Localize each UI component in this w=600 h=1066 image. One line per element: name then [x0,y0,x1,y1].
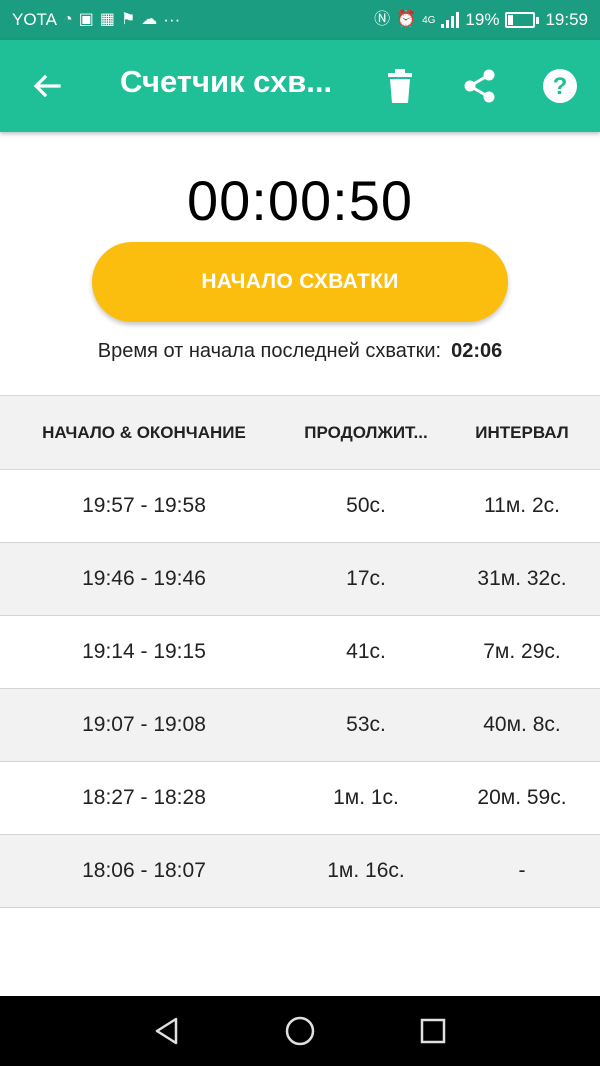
timer-display: 00:00:50 [187,169,413,232]
share-icon [464,69,495,103]
home-circle-icon [285,1016,315,1046]
app-title: Счетчик схв... [120,64,333,99]
cell-interval: 20м. 59с. [477,786,567,809]
signal-icon [441,12,460,28]
trash-icon [388,69,412,103]
since-last-label: Время от начала последней схватки: [97,340,442,362]
since-last-contraction: Время от начала последней схватки: 02:06 [0,340,600,363]
cell-interval: 11м. 2с. [484,494,560,517]
table-row[interactable]: 19:07 - 19:08 53с. 40м. 8с. [0,689,600,762]
table-row[interactable]: 19:46 - 19:46 17с. 31м. 32с. [0,543,600,616]
cell-range: 19:57 - 19:58 [82,494,206,517]
help-button[interactable]: ? [540,66,580,106]
svg-text:?: ? [553,73,568,100]
cell-duration: 1м. 1с. [333,786,399,809]
share-button[interactable] [460,66,500,106]
header-duration[interactable]: ПРОДОЛЖИТ... [288,423,444,443]
nav-back-button[interactable] [147,1011,187,1051]
cell-duration: 50с. [346,494,386,517]
cell-range: 19:14 - 19:15 [82,640,206,663]
cell-duration: 17с. [346,567,386,590]
table-row[interactable]: 19:57 - 19:58 50с. 11м. 2с. [0,470,600,543]
status-bar: YOTA ◔ ▣ ▦ ⚑ ☁ ··· Ⓝ ⏰ 4G 19% 19:59 [0,0,600,40]
since-last-value: 02:06 [451,340,503,362]
cell-duration: 53с. [346,713,386,736]
back-arrow-icon [33,74,61,98]
flag-icon: ⚑ [120,11,136,28]
table-header: НАЧАЛО & ОКОНЧАНИЕ ПРОДОЛЖИТ... ИНТЕРВАЛ [0,395,600,470]
alarm-icon: ⏰ [396,11,417,28]
carrier-label: YOTA [12,10,58,29]
cell-duration: 41с. [346,640,386,663]
app-bar: Счетчик схв... ? [0,40,600,132]
status-right: Ⓝ ⏰ 4G 19% 19:59 [374,10,588,30]
header-interval[interactable]: ИНТЕРВАЛ [444,423,600,443]
cell-range: 19:07 - 19:08 [82,713,206,736]
cloud-icon: ☁ [141,11,158,28]
cell-interval: - [518,859,526,882]
nfc-icon: Ⓝ [374,11,391,28]
network-type: 4G [422,14,436,26]
calendar-icon: ▦ [99,11,115,28]
back-button[interactable] [27,66,67,106]
delete-button[interactable] [380,66,420,106]
cell-range: 18:27 - 18:28 [82,786,206,809]
cell-range: 18:06 - 18:07 [82,859,206,882]
nav-recents-button[interactable] [413,1011,453,1051]
table-row[interactable]: 18:27 - 18:28 1м. 1с. 20м. 59с. [0,762,600,835]
contractions-table: НАЧАЛО & ОКОНЧАНИЕ ПРОДОЛЖИТ... ИНТЕРВАЛ… [0,395,600,908]
status-left: YOTA ◔ ▣ ▦ ⚑ ☁ ··· [12,10,180,30]
nav-home-button[interactable] [280,1011,320,1051]
start-contraction-button[interactable]: НАЧАЛО СХВАТКИ [92,242,508,322]
table-row[interactable]: 19:14 - 19:15 41с. 7м. 29с. [0,616,600,689]
battery-icon [505,12,540,28]
recents-square-icon [421,1018,446,1044]
cell-interval: 40м. 8с. [483,713,561,736]
cell-interval: 31м. 32с. [477,567,567,590]
instagram-icon: ▣ [78,11,94,28]
more-notifications: ··· [163,10,181,29]
table-row[interactable]: 18:06 - 18:07 1м. 16с. - [0,835,600,908]
cell-interval: 7м. 29с. [483,640,561,663]
help-icon: ? [543,69,577,103]
system-nav-bar [0,996,600,1066]
status-time: 19:59 [545,10,588,29]
battery-percent: 19% [465,10,500,29]
cell-duration: 1м. 16с. [327,859,405,882]
cell-range: 19:46 - 19:46 [82,567,206,590]
timer-icon: ◔ [63,11,73,28]
header-start-end[interactable]: НАЧАЛО & ОКОНЧАНИЕ [0,423,288,443]
back-triangle-icon [155,1017,177,1045]
